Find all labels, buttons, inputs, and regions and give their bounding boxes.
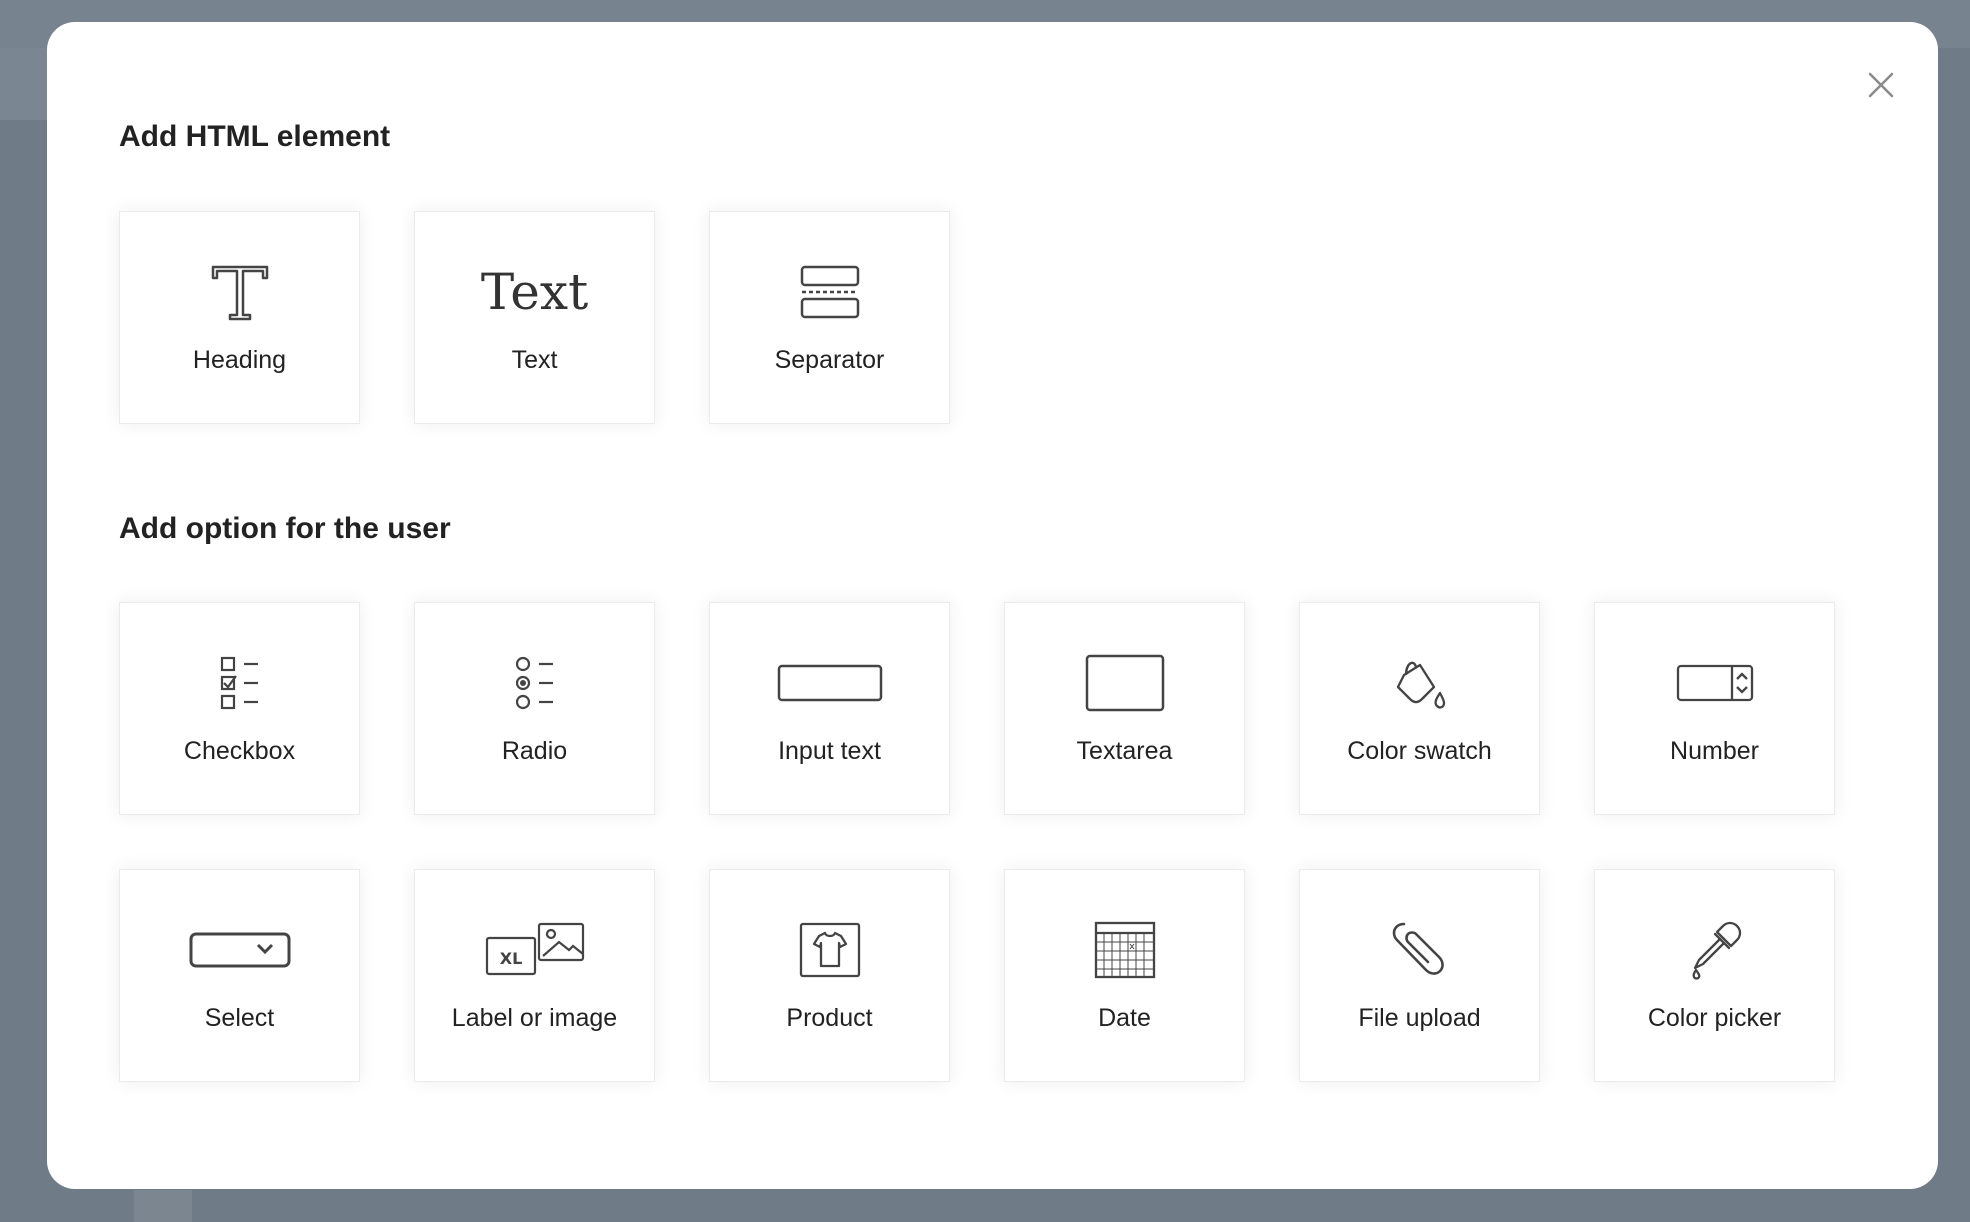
add-element-dialog: Add HTML element Heading Text Text Separ… xyxy=(47,22,1938,1189)
textarea-icon xyxy=(1085,654,1164,712)
color-swatch-card[interactable]: Color swatch xyxy=(1299,602,1540,815)
close-icon xyxy=(1868,72,1894,98)
color-swatch-icon xyxy=(1396,661,1445,709)
label-or-image-icon: XL xyxy=(485,922,584,976)
text-icon: Text xyxy=(480,263,589,321)
number-icon xyxy=(1676,664,1753,702)
radio-card[interactable]: Radio xyxy=(414,602,655,815)
color-swatch-label: Color swatch xyxy=(1347,737,1492,765)
separator-label: Separator xyxy=(774,346,885,374)
separator-card[interactable]: Separator xyxy=(709,211,950,424)
label-or-image-card[interactable]: XL Label or image xyxy=(414,869,655,1082)
input-text-icon xyxy=(777,664,882,702)
file-upload-label: File upload xyxy=(1358,1004,1481,1032)
text-label: Text xyxy=(511,346,558,374)
date-card[interactable]: Date xyxy=(1004,869,1245,1082)
color-picker-icon xyxy=(1691,921,1741,980)
separator-icon xyxy=(800,265,859,319)
radio-icon xyxy=(515,656,553,710)
product-label: Product xyxy=(786,1004,873,1032)
section-title-user-options: Add option for the user xyxy=(119,512,451,545)
checkbox-card[interactable]: Checkbox xyxy=(119,602,360,815)
file-upload-icon xyxy=(1392,922,1444,975)
text-card[interactable]: Text Text xyxy=(414,211,655,424)
section-title-html-elements: Add HTML element xyxy=(119,120,391,153)
select-card[interactable]: Select xyxy=(119,869,360,1082)
product-icon xyxy=(799,922,860,978)
color-picker-label: Color picker xyxy=(1647,1004,1782,1032)
number-card[interactable]: Number xyxy=(1594,602,1835,815)
close-button[interactable] xyxy=(1856,60,1906,110)
date-label: Date xyxy=(1098,1004,1151,1032)
number-label: Number xyxy=(1670,737,1759,765)
radio-label: Radio xyxy=(501,737,568,765)
checkbox-icon xyxy=(220,656,258,710)
select-icon xyxy=(189,932,290,968)
textarea-label: Textarea xyxy=(1076,737,1173,765)
checkbox-label: Checkbox xyxy=(183,737,296,765)
label-or-image-label: Label or image xyxy=(451,1004,618,1032)
heading-label: Heading xyxy=(192,346,287,374)
background-sidebar xyxy=(0,48,48,120)
background-column xyxy=(134,1190,192,1222)
input-text-label: Input text xyxy=(778,737,881,765)
html-elements-grid: Heading Text Text Separator xyxy=(119,211,1835,424)
select-label: Select xyxy=(204,1004,275,1032)
product-card[interactable]: Product xyxy=(709,869,950,1082)
heading-card[interactable]: Heading xyxy=(119,211,360,424)
label-badge: XL xyxy=(499,949,522,968)
color-picker-card[interactable]: Color picker xyxy=(1594,869,1835,1082)
heading-icon xyxy=(211,265,268,321)
textarea-card[interactable]: Textarea xyxy=(1004,602,1245,815)
user-options-grid: Checkbox Radio Input text Textarea Color… xyxy=(119,602,1835,1082)
file-upload-card[interactable]: File upload xyxy=(1299,869,1540,1082)
date-icon xyxy=(1094,921,1155,979)
input-text-card[interactable]: Input text xyxy=(709,602,950,815)
